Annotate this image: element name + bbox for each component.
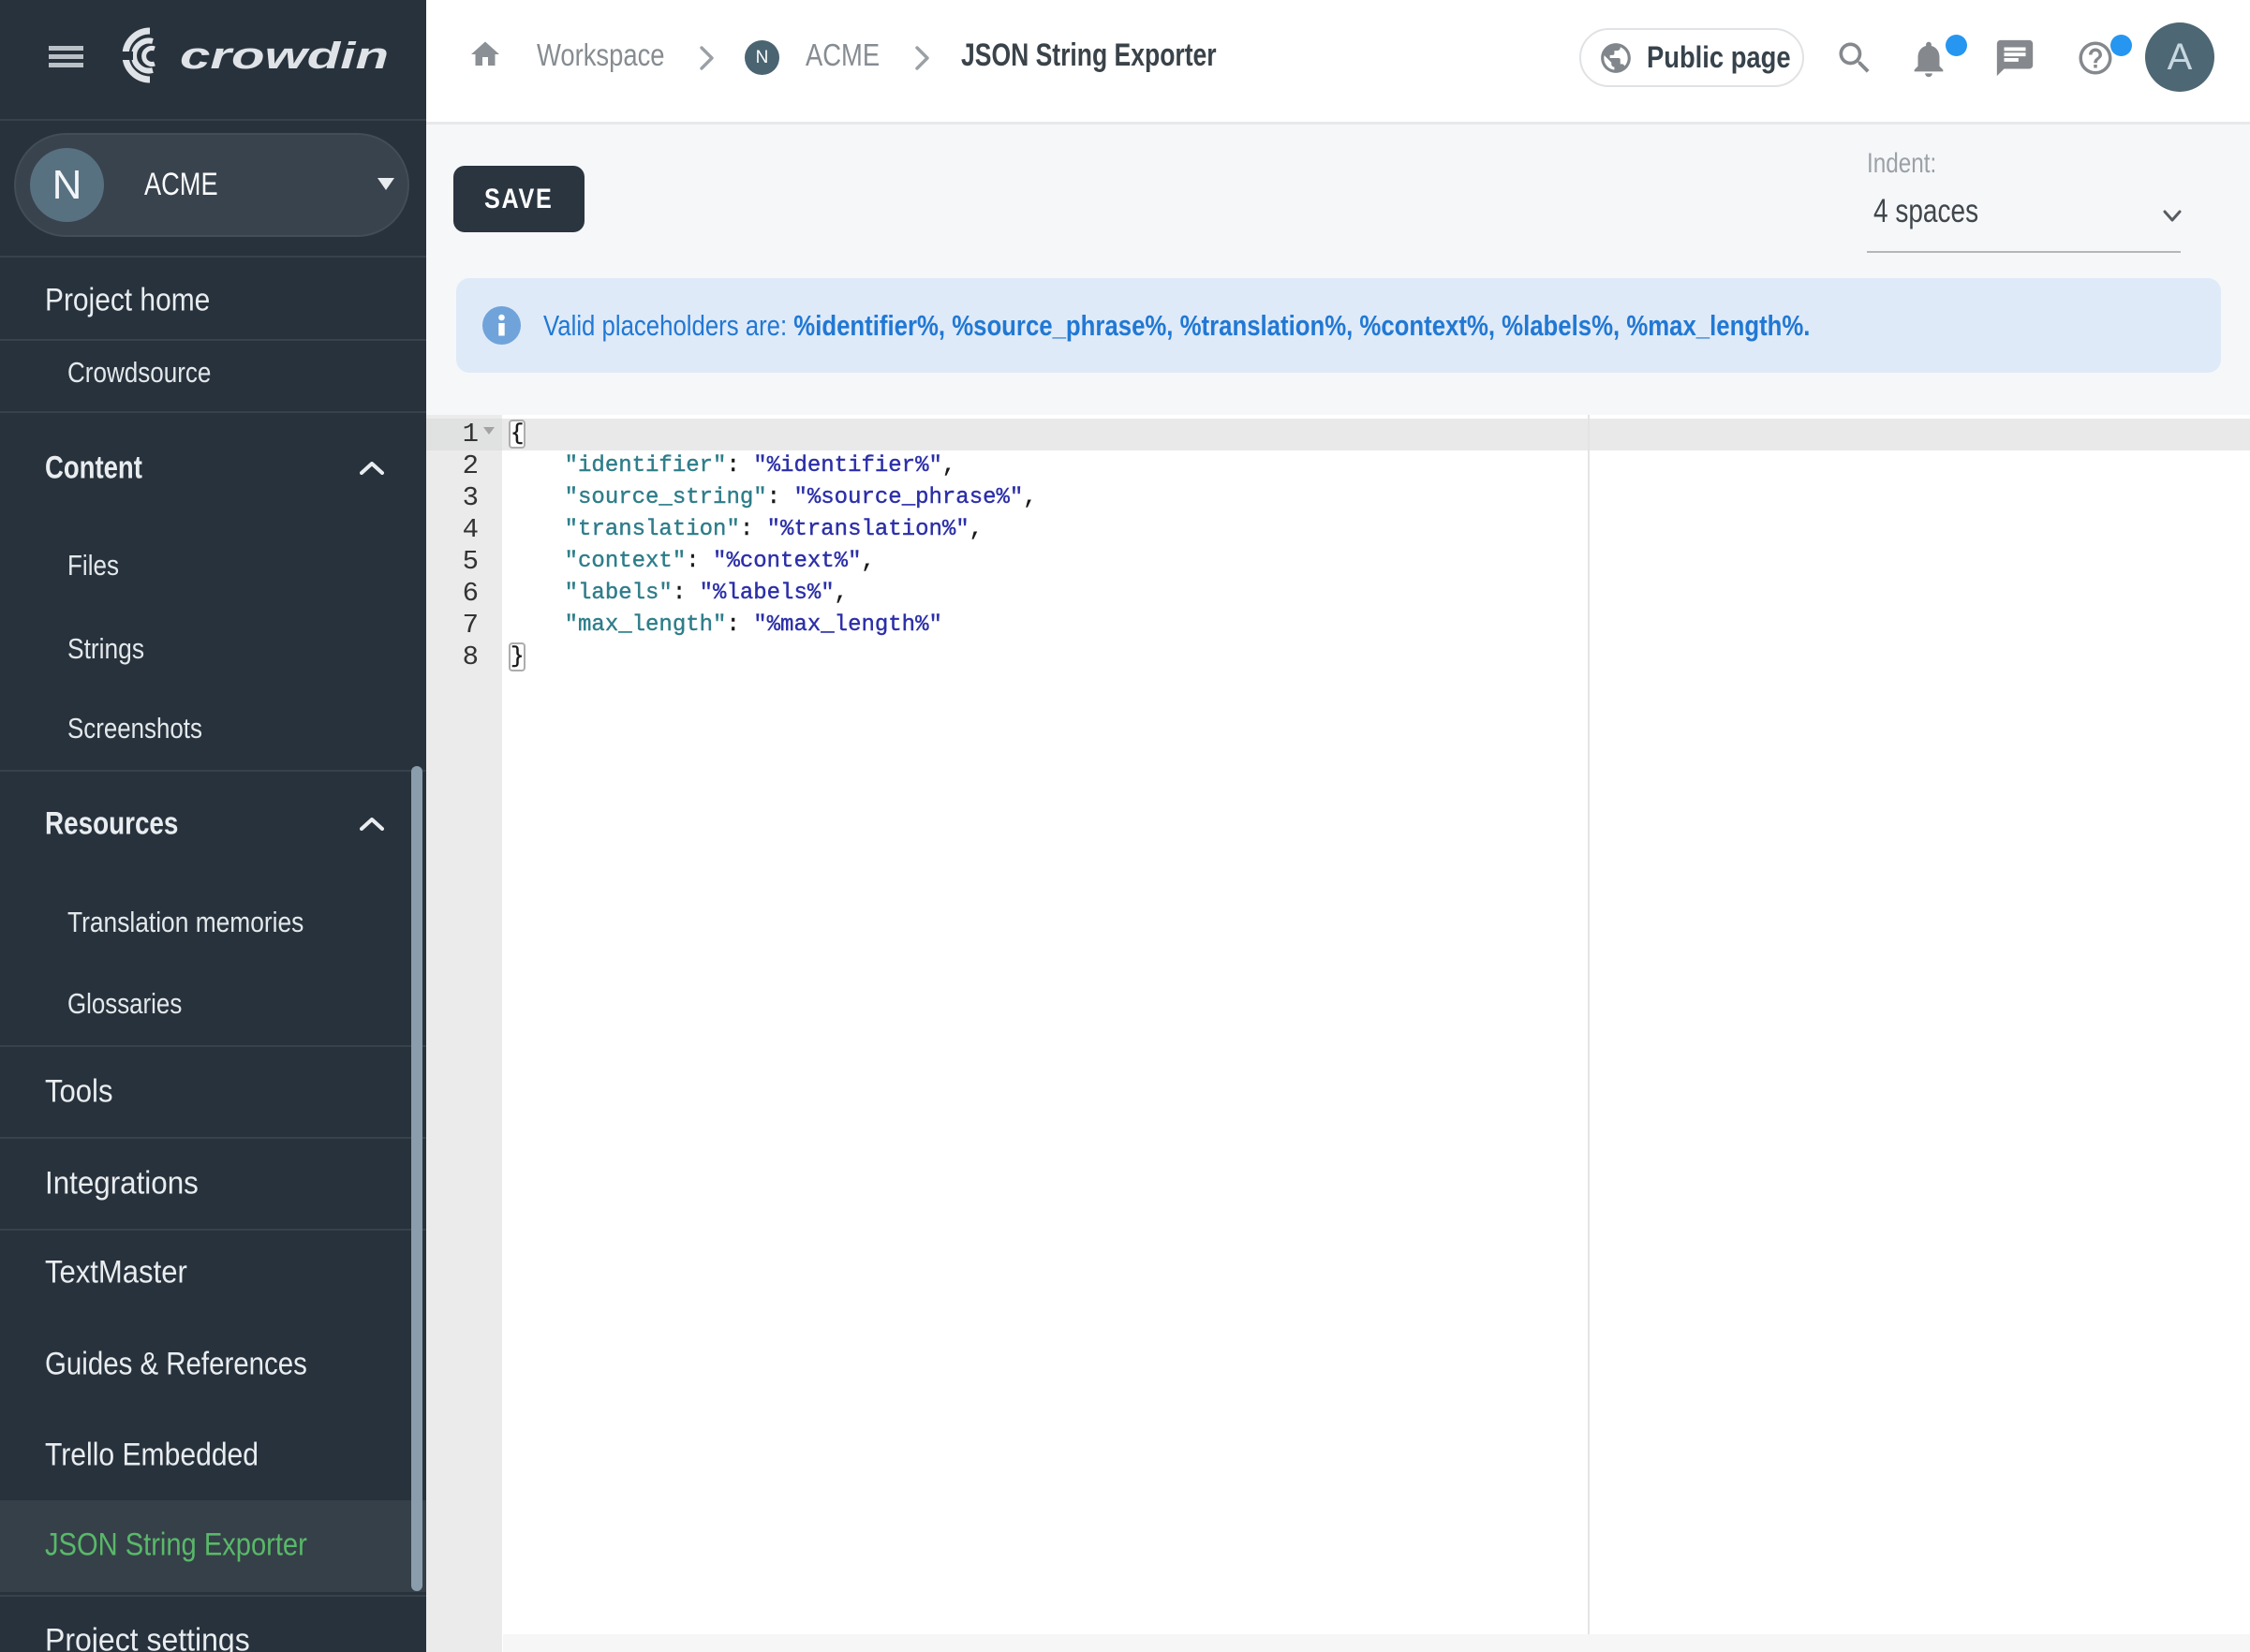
svg-text:crowdin: crowdin <box>180 36 389 77</box>
